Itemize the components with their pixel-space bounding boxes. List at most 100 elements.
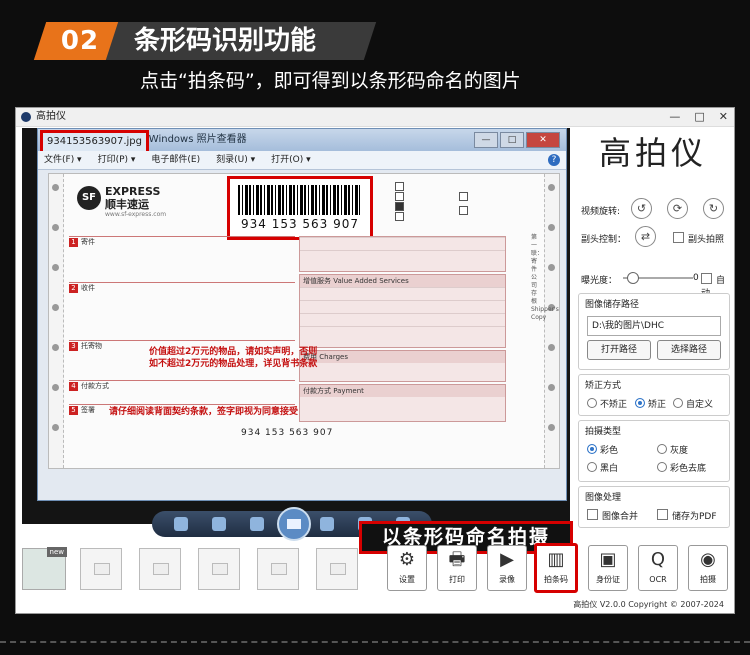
value-added-header: 增值服务 Value Added Services <box>300 275 505 287</box>
close-button[interactable]: ✕ <box>719 108 728 126</box>
head-capture-option[interactable]: 副头拍照 <box>673 232 724 245</box>
head-switch-button[interactable]: ⇄ <box>635 226 656 247</box>
payment-method-section: 付款方式 Payment <box>299 384 506 422</box>
viewer-menubar: 文件(F) ▾ 打印(P) ▾ 电子邮件(E) 刻录(U) ▾ 打开(O) ▾ … <box>38 151 566 170</box>
rotate-left-button[interactable]: ↺ <box>631 198 652 219</box>
exposure-slider-thumb[interactable] <box>627 272 639 284</box>
auto-exposure-checkbox[interactable] <box>701 273 712 284</box>
correction-option-none[interactable]: 不矫正 <box>587 397 627 410</box>
capture-type-title: 拍摄类型 <box>585 427 622 437</box>
form-checkbox <box>395 202 404 211</box>
camera-preview[interactable]: 934153563907.jpg - Windows 照片查看器 — □ ✕ 文… <box>22 128 573 554</box>
select-path-button[interactable]: 选择路径 <box>657 340 721 360</box>
empty-thumbnail[interactable] <box>80 548 122 590</box>
maximize-button[interactable]: □ <box>694 108 704 126</box>
copy-label: 第一联：寄件公司存根 Shipper's Copy <box>531 234 559 321</box>
exposure-slider[interactable] <box>623 272 693 284</box>
ocr-button[interactable]: Q OCR <box>638 545 678 591</box>
radio-color[interactable] <box>587 444 597 454</box>
empty-thumbnail[interactable] <box>139 548 181 590</box>
save-path-group: 图像储存路径 D:\我的图片\DHC 打开路径 选择路径 <box>578 293 730 370</box>
rotate-reset-button[interactable]: ⟳ <box>667 198 688 219</box>
head-control-label: 副头控制： <box>581 235 627 245</box>
hole <box>548 344 555 351</box>
waybill-number-bottom: 934 153 563 907 <box>241 428 334 438</box>
copyright-text: 高拍仪 V2.0.0 Copyright © 2007-2024 <box>573 600 724 609</box>
viewer-menu-burn: 刻录(U) ▾ <box>216 155 256 165</box>
feature-subtitle: 点击“拍条码”，即可得到以条形码命名的图片 <box>140 70 521 92</box>
radio-custom[interactable] <box>673 398 683 408</box>
save-pdf-option[interactable]: 储存为PDF <box>657 509 717 522</box>
image-merge-option[interactable]: 图像合并 <box>587 509 638 522</box>
capture-type-color[interactable]: 彩色 <box>587 443 618 456</box>
empty-thumbnail[interactable] <box>316 548 358 590</box>
radio-none[interactable] <box>587 398 597 408</box>
barcode-bars <box>238 185 360 215</box>
form-checkbox <box>395 192 404 201</box>
feature-title: 条形码识别功能 <box>134 26 317 56</box>
tractor-strip-left <box>49 174 64 468</box>
correction-option-custom[interactable]: 自定义 <box>673 397 713 410</box>
minimize-button[interactable]: — <box>669 108 680 126</box>
id-card-button[interactable]: ▣ 身份证 <box>588 545 628 591</box>
value-notice-2: 如不超过2万元的物品处理，详见背书条款 <box>149 359 318 369</box>
head-capture-checkbox[interactable] <box>673 232 684 243</box>
hole <box>548 184 555 191</box>
empty-thumbnail[interactable] <box>198 548 240 590</box>
exposure-label: 曝光度： <box>581 276 618 286</box>
app-title: 高拍仪 <box>36 111 66 122</box>
hole <box>548 224 555 231</box>
capture-type-bw[interactable]: 黑白 <box>587 461 618 474</box>
sf-brand: EXPRESS 顺丰速运 <box>105 185 160 211</box>
capture-type-color-nobg[interactable]: 彩色去底 <box>657 461 706 474</box>
viewer-titlebar: 934153563907.jpg - Windows 照片查看器 — □ ✕ <box>38 129 566 154</box>
form-checkbox <box>395 182 404 191</box>
hole <box>52 224 59 231</box>
capture-button[interactable]: ◉ 拍摄 <box>688 545 728 591</box>
latest-thumbnail[interactable]: new <box>22 547 67 590</box>
viewer-menu-open: 打开(O) ▾ <box>271 155 311 165</box>
settings-button[interactable]: ⚙ 设置 <box>387 545 427 591</box>
grid-row <box>300 237 505 250</box>
hole <box>548 264 555 271</box>
value-added-section: 增值服务 Value Added Services <box>299 274 506 348</box>
rotate-label: 视频旋转: <box>581 207 621 217</box>
print-button[interactable]: 🖶 打印 <box>437 545 477 591</box>
viewer-maximize-icon: □ <box>500 132 524 148</box>
record-button[interactable]: ▶ 录像 <box>487 545 527 591</box>
hole <box>52 304 59 311</box>
radio-gray[interactable] <box>657 444 667 454</box>
save-path-field[interactable]: D:\我的图片\DHC <box>587 316 721 336</box>
new-badge: new <box>46 547 67 557</box>
radio-color-nobg[interactable] <box>657 462 667 472</box>
barcode-highlight: 934 153 563 907 <box>227 176 373 240</box>
correction-option-auto[interactable]: 矫正 <box>635 397 666 410</box>
hole <box>52 184 59 191</box>
hole <box>52 384 59 391</box>
empty-thumbnail[interactable] <box>257 548 299 590</box>
hole <box>548 384 555 391</box>
brand-cn: 顺丰速运 <box>105 198 149 211</box>
viewer-menu-email: 电子邮件(E) <box>151 155 201 165</box>
service-grid <box>299 236 506 272</box>
photo-viewer-window: 934153563907.jpg - Windows 照片查看器 — □ ✕ 文… <box>37 128 567 501</box>
correction-title: 矫正方式 <box>585 381 622 391</box>
capture-type-gray[interactable]: 灰度 <box>657 443 688 456</box>
open-path-button[interactable]: 打开路径 <box>587 340 651 360</box>
rotate-right-button[interactable]: ↻ <box>703 198 724 219</box>
grid-row <box>300 250 505 263</box>
id-card-icon: ▣ <box>599 549 617 570</box>
save-pdf-checkbox[interactable] <box>657 509 668 520</box>
printer-icon: 🖶 <box>448 549 466 570</box>
sf-logo-icon: SF <box>77 186 101 210</box>
barcode-capture-button[interactable]: ▥ 拍条码 <box>534 543 578 593</box>
panel-title: 高拍仪 <box>598 134 707 172</box>
viewer-title: - Windows 照片查看器 <box>142 134 247 145</box>
radio-bw[interactable] <box>587 462 597 472</box>
exposure-value: 0 <box>693 273 699 283</box>
barcode-number: 934 153 563 907 <box>240 217 360 231</box>
video-camera-icon: ▶ <box>500 549 514 570</box>
radio-correct[interactable] <box>635 398 645 408</box>
charges-header: 费用 Charges <box>300 351 505 363</box>
image-merge-checkbox[interactable] <box>587 509 598 520</box>
